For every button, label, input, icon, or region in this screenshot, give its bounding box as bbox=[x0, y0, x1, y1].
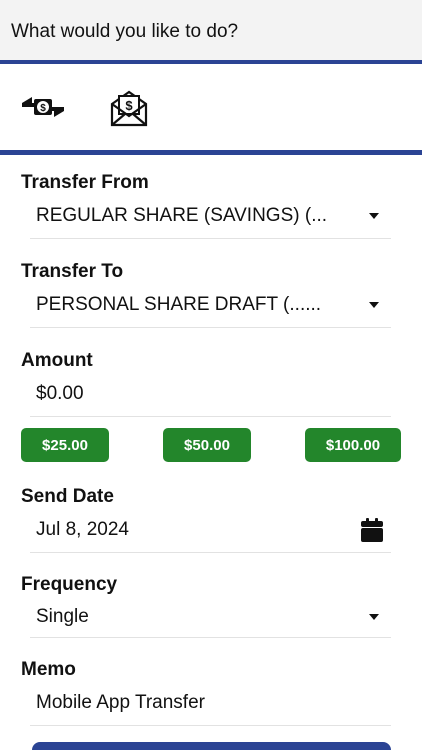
svg-text:$: $ bbox=[40, 103, 46, 114]
calendar-icon[interactable] bbox=[361, 518, 383, 542]
quick-amount-100-button[interactable]: $100.00 bbox=[305, 428, 401, 462]
action-bar: $ $ bbox=[0, 64, 422, 150]
amount-value: $0.00 bbox=[36, 383, 84, 404]
amount-input[interactable]: $0.00 bbox=[30, 372, 391, 417]
amount-label: Amount bbox=[21, 350, 93, 371]
action-divider bbox=[0, 150, 422, 155]
transfer-to-select[interactable]: PERSONAL SHARE DRAFT (...... bbox=[30, 283, 391, 328]
transfer-to-value: PERSONAL SHARE DRAFT (...... bbox=[36, 294, 322, 315]
quick-amount-50-button[interactable]: $50.00 bbox=[163, 428, 251, 462]
transfer-action-button[interactable]: $ bbox=[22, 86, 64, 128]
header-prompt: What would you like to do? bbox=[11, 21, 239, 42]
chevron-down-icon bbox=[369, 213, 379, 219]
frequency-select[interactable]: Single bbox=[30, 596, 391, 638]
chevron-down-icon bbox=[369, 302, 379, 308]
memo-value: Mobile App Transfer bbox=[36, 692, 205, 713]
frequency-value: Single bbox=[36, 605, 89, 627]
pay-action-button[interactable]: $ bbox=[108, 86, 150, 128]
transfer-form: Transfer From REGULAR SHARE (SAVINGS) (.… bbox=[0, 172, 422, 726]
envelope-dollar-icon: $ bbox=[110, 90, 148, 127]
svg-text:$: $ bbox=[125, 98, 133, 113]
send-date-value: Jul 8, 2024 bbox=[36, 519, 129, 540]
send-date-input[interactable]: Jul 8, 2024 bbox=[30, 508, 391, 553]
frequency-label: Frequency bbox=[21, 574, 118, 595]
memo-input[interactable]: Mobile App Transfer bbox=[30, 681, 391, 726]
transfer-to-label: Transfer To bbox=[21, 261, 124, 282]
transfer-from-label: Transfer From bbox=[21, 172, 149, 193]
header: What would you like to do? bbox=[0, 0, 422, 60]
quick-amount-25-button[interactable]: $25.00 bbox=[21, 428, 109, 462]
send-date-label: Send Date bbox=[21, 486, 114, 507]
transfer-from-select[interactable]: REGULAR SHARE (SAVINGS) (... bbox=[30, 194, 391, 239]
money-transfer-icon: $ bbox=[22, 97, 64, 117]
quick-amount-buttons: $25.00 $50.00 $100.00 bbox=[21, 428, 401, 462]
memo-label: Memo bbox=[21, 659, 76, 680]
transfer-from-value: REGULAR SHARE (SAVINGS) (... bbox=[36, 205, 328, 226]
submit-transfer-button[interactable] bbox=[32, 742, 391, 750]
chevron-down-icon bbox=[369, 613, 379, 620]
